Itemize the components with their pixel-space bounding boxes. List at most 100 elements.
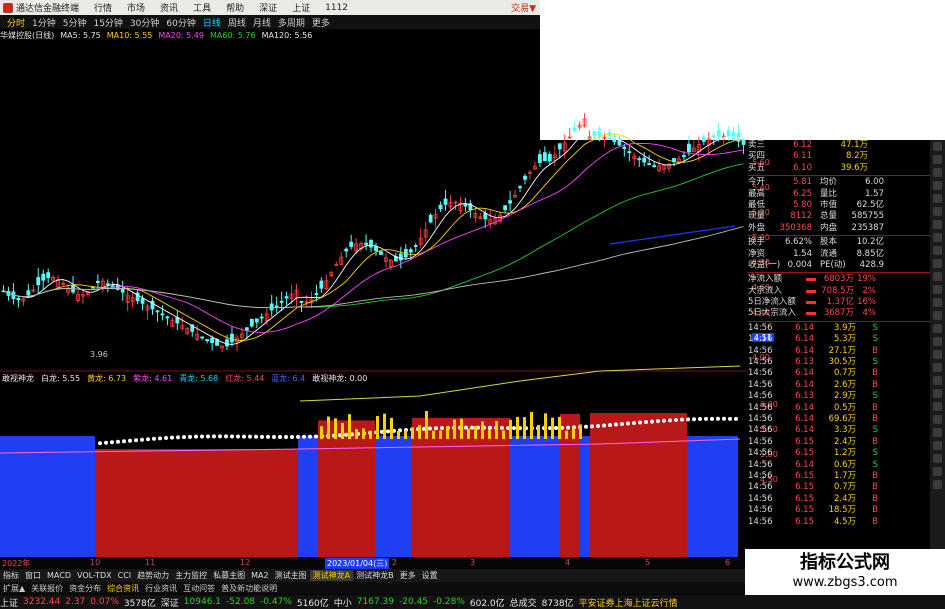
period-tab-more[interactable]: 更多 bbox=[312, 16, 330, 29]
tool-icon[interactable] bbox=[933, 350, 942, 359]
period-tab-15m[interactable]: 15分钟 bbox=[93, 16, 122, 29]
indicator-panel bbox=[0, 365, 741, 557]
extension-tab[interactable]: 行业资讯 bbox=[142, 583, 180, 594]
zx-label[interactable]: 中小 bbox=[334, 596, 352, 609]
tool-icon[interactable] bbox=[933, 428, 942, 437]
indicator-tab[interactable]: 私募主图 bbox=[210, 570, 248, 581]
menu-quotes[interactable]: 行情 bbox=[94, 1, 112, 14]
indicator-tab[interactable]: 趋势动力 bbox=[134, 570, 172, 581]
tool-icon[interactable] bbox=[933, 467, 942, 476]
indicator-tab[interactable]: 指标 bbox=[0, 570, 22, 581]
tool-icon[interactable] bbox=[933, 454, 942, 463]
extension-tab[interactable]: 互动问答 bbox=[180, 583, 218, 594]
extension-tab[interactable]: 资金分布 bbox=[66, 583, 104, 594]
indicator-tab[interactable]: 设置 bbox=[419, 570, 441, 581]
period-tab-timeshare[interactable]: 分时 bbox=[7, 16, 25, 29]
trade-button[interactable]: 交易▼ bbox=[511, 1, 536, 14]
extension-tab[interactable]: 普及新功能说明 bbox=[218, 583, 280, 594]
indicator-tab[interactable]: 测试神龙B bbox=[353, 570, 397, 581]
menu-news[interactable]: 资讯 bbox=[160, 1, 178, 14]
candle-body bbox=[284, 296, 289, 299]
tool-icon[interactable] bbox=[933, 389, 942, 398]
tool-icon[interactable] bbox=[933, 298, 942, 307]
indicator-tab[interactable]: 测试主图 bbox=[272, 570, 310, 581]
tick-time: 14:56 bbox=[748, 391, 773, 402]
period-tab-1m[interactable]: 1分钟 bbox=[32, 16, 56, 29]
menu-market[interactable]: 市场 bbox=[127, 1, 145, 14]
yellow-bar bbox=[327, 416, 330, 439]
period-tab-day[interactable]: 日线 bbox=[203, 16, 221, 29]
tool-icon[interactable] bbox=[933, 402, 942, 411]
indicator-tab[interactable]: 窗口 bbox=[22, 570, 44, 581]
tick-volume: 2.4万 bbox=[833, 436, 856, 447]
dragon-block bbox=[95, 449, 298, 557]
dragon-block bbox=[560, 413, 580, 557]
tool-icon[interactable] bbox=[933, 311, 942, 320]
indicator-tab[interactable]: VOL-TDX bbox=[74, 571, 115, 580]
tick-side: S bbox=[872, 425, 878, 436]
candle-body bbox=[150, 300, 155, 310]
tool-icon[interactable] bbox=[933, 441, 942, 450]
candle-body bbox=[557, 143, 562, 150]
indicator-tab[interactable]: 主力监控 bbox=[172, 570, 210, 581]
period-tab-multi[interactable]: 多周期 bbox=[278, 16, 305, 29]
extension-tab[interactable]: 综合资讯 bbox=[104, 583, 142, 594]
period-tab-week[interactable]: 周线 bbox=[228, 16, 246, 29]
menu-shenzhen[interactable]: 深证 bbox=[259, 1, 277, 14]
indicator-tab[interactable]: 测试神龙A bbox=[309, 570, 354, 581]
flow-bar bbox=[806, 301, 816, 305]
indicator-tab[interactable]: MA2 bbox=[248, 571, 271, 580]
tool-icon[interactable] bbox=[933, 168, 942, 177]
yellow-bar bbox=[418, 425, 421, 439]
tool-icon[interactable] bbox=[933, 220, 942, 229]
kline-chart[interactable]: 3.96 bbox=[0, 41, 748, 557]
tool-icon[interactable] bbox=[933, 259, 942, 268]
period-tab-30m[interactable]: 30分钟 bbox=[130, 16, 159, 29]
tool-icon[interactable] bbox=[933, 363, 942, 372]
indicator-tab[interactable]: MACD bbox=[44, 571, 74, 580]
period-tab-5m[interactable]: 5分钟 bbox=[63, 16, 87, 29]
yellow-bar bbox=[467, 428, 470, 439]
indicator-tab[interactable]: 更多 bbox=[397, 570, 419, 581]
candle-body bbox=[314, 293, 319, 295]
yellow-bar bbox=[453, 419, 456, 439]
sz-label[interactable]: 深证 bbox=[161, 596, 179, 609]
tool-icon[interactable] bbox=[933, 376, 942, 385]
white-dot bbox=[584, 424, 588, 429]
stat-label: 今开 bbox=[748, 177, 766, 188]
tick-side: B bbox=[872, 379, 878, 390]
tick-volume: 1.2万 bbox=[833, 448, 856, 459]
tool-icon[interactable] bbox=[933, 324, 942, 333]
flow-pct: 19% bbox=[857, 274, 876, 285]
menu-help[interactable]: 帮助 bbox=[226, 1, 244, 14]
period-tab-month[interactable]: 月线 bbox=[253, 16, 271, 29]
tool-icon[interactable] bbox=[933, 155, 942, 164]
white-dot bbox=[650, 419, 654, 424]
tool-icon[interactable] bbox=[933, 194, 942, 203]
x-tick: 6 bbox=[725, 558, 731, 567]
indicator-tab[interactable]: CCI bbox=[115, 571, 135, 580]
tick-volume: 5.3万 bbox=[833, 334, 856, 345]
white-dot bbox=[140, 437, 144, 442]
tool-icon[interactable] bbox=[933, 233, 942, 242]
tool-icon[interactable] bbox=[933, 285, 942, 294]
white-dot bbox=[602, 423, 606, 428]
candle-body bbox=[408, 249, 413, 253]
menu-tools[interactable]: 工具 bbox=[193, 1, 211, 14]
sh-label[interactable]: 上证 bbox=[0, 596, 18, 609]
tool-icon[interactable] bbox=[933, 181, 942, 190]
tool-icon[interactable] bbox=[933, 480, 942, 489]
extension-tab[interactable]: 关联报价 bbox=[28, 583, 66, 594]
tick-row: 14:56 6.14 27.1万 B bbox=[748, 346, 930, 357]
tool-icon[interactable] bbox=[933, 415, 942, 424]
tool-icon[interactable] bbox=[933, 246, 942, 255]
period-tab-60m[interactable]: 60分钟 bbox=[166, 16, 195, 29]
tool-icon[interactable] bbox=[933, 337, 942, 346]
tool-icon[interactable] bbox=[933, 142, 942, 151]
extension-tab[interactable]: 扩展▲ bbox=[0, 583, 28, 594]
tick-price: 6.14 bbox=[795, 459, 814, 470]
blue-dragon: 蓝龙: 6.4 bbox=[271, 374, 306, 383]
menu-shanghai[interactable]: 上证 bbox=[292, 1, 310, 14]
tool-icon[interactable] bbox=[933, 272, 942, 281]
tool-icon[interactable] bbox=[933, 207, 942, 216]
